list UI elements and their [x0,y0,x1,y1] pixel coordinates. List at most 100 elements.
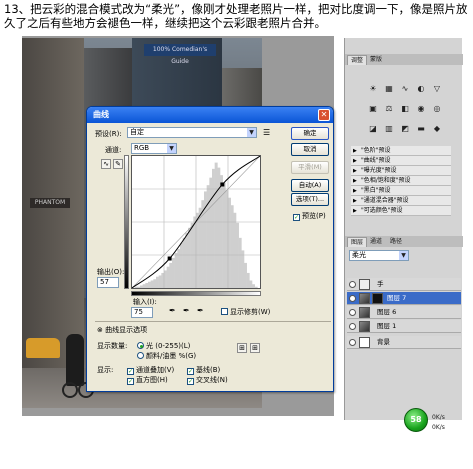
black-white-icon[interactable]: ◧ [399,104,411,114]
eye-icon[interactable] [349,309,356,316]
grid-small-icon[interactable]: ⊞ [237,343,247,353]
preset-black-white[interactable]: "黑白"预设 [351,186,451,196]
curve-control-point[interactable] [220,182,225,187]
layer-row-selected[interactable]: 图层 7 [347,292,461,305]
curve-control-point[interactable] [167,256,172,261]
auto-button[interactable]: 自动(A) [291,179,329,192]
input-field[interactable]: 75 [131,307,153,318]
preset-channel-mixer[interactable]: "通道混合器"预设 [351,196,451,206]
gray-eyedropper-icon[interactable]: ✒ [183,306,190,315]
output-field[interactable]: 57 [97,277,119,288]
channel-overlay-label: 通道叠加(V) [136,366,175,374]
smooth-button[interactable]: 平滑(M) [291,161,329,174]
histogram-bar [249,280,253,288]
tab-adjustments[interactable]: 调整 [347,55,368,65]
blend-mode-select[interactable]: 柔光 ▼ [349,250,409,261]
radio-light[interactable]: 光 (0-255)(L) [137,341,190,351]
street-sign: 100% Comedian's Guide [144,44,216,65]
checkbox-box[interactable]: ✓ [127,378,134,385]
close-icon[interactable]: ✕ [318,109,330,121]
histogram-bar [198,207,202,288]
baseline-checkbox[interactable]: ✓ 基线(B) [187,365,220,375]
options-button[interactable]: 选项(T)... [291,193,329,206]
checkbox-box[interactable]: ✓ [187,378,194,385]
preset-options-icon[interactable]: ☰ [263,128,270,137]
preview-checkbox[interactable]: ✓ 预览(P) [293,211,326,221]
preset-select[interactable]: 自定 ▼ [127,127,257,138]
tab-paths[interactable]: 路径 [387,237,406,247]
preset-levels[interactable]: "色阶"预设 [351,146,451,156]
threshold-icon[interactable]: ◩ [399,124,411,134]
show-clipping-checkbox[interactable]: 显示修剪(W) [221,307,270,317]
ok-button[interactable]: 确定 [291,127,329,140]
cyclist [66,334,84,386]
layer-row[interactable]: 手 [347,278,461,291]
intersection-checkbox[interactable]: ✓ 交叉线(N) [187,375,228,385]
pencil-tool-icon[interactable]: ✎ [113,159,123,169]
curve-point-tool-icon[interactable]: ∿ [101,159,111,169]
black-eyedropper-icon[interactable]: ✒ [169,306,176,315]
checkbox-box[interactable]: ✓ [293,214,300,221]
eye-icon[interactable] [349,339,356,346]
layer-row[interactable]: 图层 6 [347,306,461,319]
levels-icon[interactable]: ▦ [383,84,395,94]
tab-channels[interactable]: 通道 [367,237,386,247]
grid-large-icon[interactable]: ⊞ [250,343,260,353]
histogram-bar [185,232,189,288]
dialog-titlebar[interactable]: 曲线 ✕ [87,107,333,123]
checkbox-box[interactable]: ✓ [127,368,134,375]
brightness-icon[interactable]: ☀ [367,84,379,94]
channel-overlay-checkbox[interactable]: ✓ 通道叠加(V) [127,365,174,375]
histogram-bar [134,286,138,288]
posterize-icon[interactable]: ▥ [383,124,395,134]
histogram-bar [212,168,215,288]
curve-options-label: 曲线显示选项 [105,326,148,334]
channel-select[interactable]: RGB ▼ [131,143,177,154]
curve-options-toggle[interactable]: ⊗ 曲线显示选项 [97,325,147,335]
layer-row[interactable]: 图层 1 [347,320,461,333]
layer-thumbnail [359,293,370,304]
tab-layers[interactable]: 图层 [347,237,368,247]
hue-saturation-icon[interactable]: ▣ [367,104,379,114]
checkbox-box[interactable]: ✓ [187,368,194,375]
histogram-bar [190,222,194,288]
tab-masks[interactable]: 蒙版 [367,55,386,65]
eye-icon[interactable] [349,295,356,302]
channel-mixer-icon[interactable]: ◎ [431,104,443,114]
curve-chart[interactable] [132,156,260,288]
curves-icon[interactable]: ∿ [399,84,411,94]
curves-graph[interactable] [131,155,261,289]
input-gradient-bar [131,291,261,296]
preset-selective-color[interactable]: "可选颜色"预设 [351,206,451,216]
histogram-bar [145,282,149,288]
photo-filter-icon[interactable]: ◉ [415,104,427,114]
network-indicator[interactable]: 58 [404,408,428,432]
histogram-bar [246,272,250,288]
exposure-icon[interactable]: ◐ [415,84,427,94]
eye-icon[interactable] [349,323,356,330]
histogram-bar [222,182,226,288]
histogram-checkbox[interactable]: ✓ 直方图(H) [127,375,168,385]
checkbox-box[interactable] [221,308,228,315]
histogram-bar [182,237,186,288]
histogram-bar [254,286,258,288]
vibrance-icon[interactable]: ▽ [431,84,443,94]
radio-button[interactable] [137,352,144,359]
taxi [26,338,60,358]
white-eyedropper-icon[interactable]: ✒ [197,306,204,315]
adjustment-icons-row-2: ▣ ⚖ ◧ ◉ ◎ [353,104,457,114]
color-balance-icon[interactable]: ⚖ [383,104,395,114]
selective-color-icon[interactable]: ◆ [431,124,443,134]
chevron-down-icon: ▼ [247,128,256,137]
histogram-bar [214,162,218,288]
radio-pigment[interactable]: 颜料/油墨 %(G) [137,351,196,361]
eye-icon[interactable] [349,281,356,288]
cancel-button[interactable]: 取消 [291,143,329,156]
preset-hue-saturation[interactable]: "色相/饱和度"预设 [351,176,451,186]
radio-button[interactable] [137,342,144,349]
invert-icon[interactable]: ◪ [367,124,379,134]
preset-curves[interactable]: "曲线"预设 [351,156,451,166]
preset-exposure[interactable]: "曝光度"预设 [351,166,451,176]
gradient-map-icon[interactable]: ▬ [415,124,427,134]
layer-row[interactable]: 背景 [347,336,461,349]
